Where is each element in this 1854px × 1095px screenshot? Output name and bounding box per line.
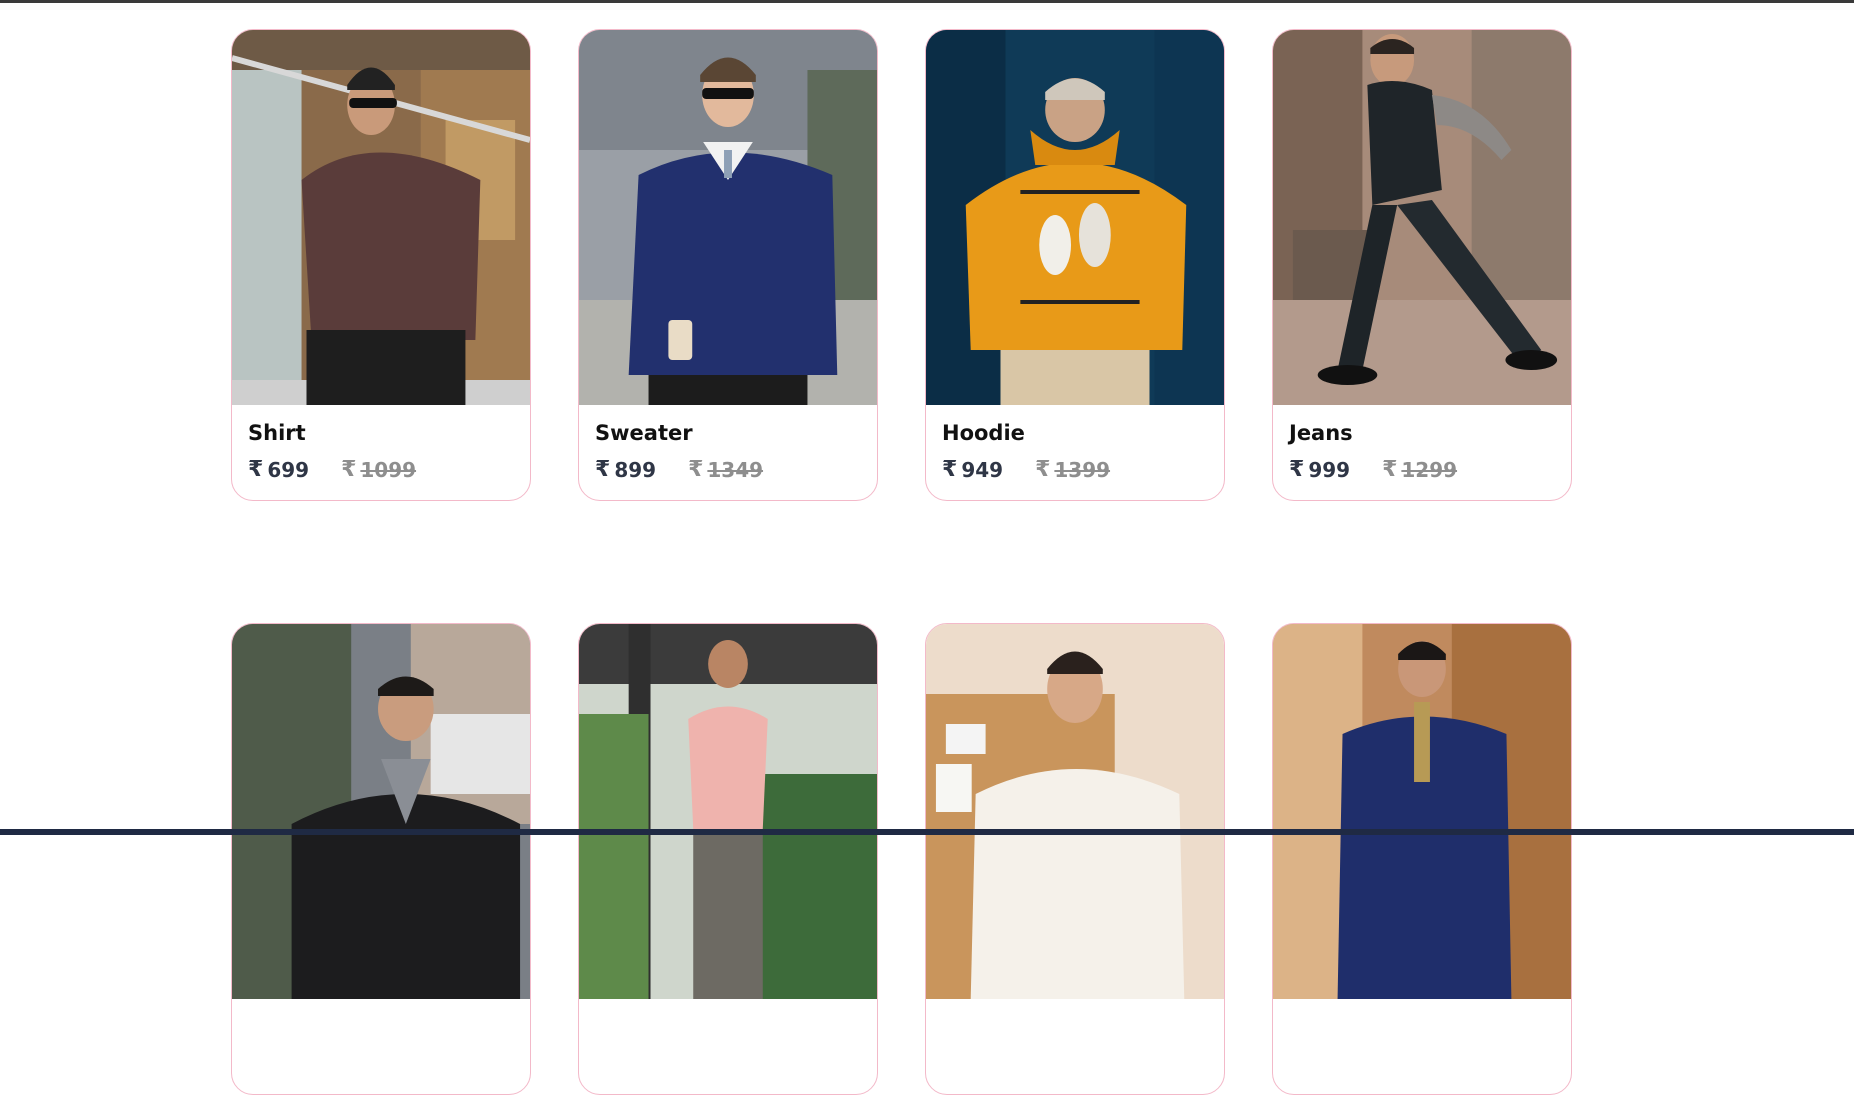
rupee-icon: ₹: [595, 457, 611, 482]
original-price-value: 1099: [360, 457, 417, 482]
product-card-hoodie[interactable]: Hoodie ₹ 949 ₹ 1399: [925, 29, 1225, 501]
current-price-value: 949: [961, 457, 1004, 482]
original-price: ₹ 1349: [688, 457, 763, 482]
original-price: ₹ 1299: [1382, 457, 1457, 482]
product-card-blazer[interactable]: [231, 623, 531, 1095]
rupee-icon: ₹: [1382, 457, 1398, 482]
product-image-jeans: [1273, 30, 1571, 405]
rupee-icon: ₹: [1289, 457, 1305, 482]
product-card-jeans[interactable]: Jeans ₹ 999 ₹ 1299: [1272, 29, 1572, 501]
current-price-value: 699: [267, 457, 310, 482]
current-price: ₹ 949: [942, 457, 1003, 482]
product-card-sweater[interactable]: Sweater ₹ 899 ₹ 1349: [578, 29, 878, 501]
product-grid: Shirt ₹ 699 ₹ 1099 Sweater ₹ 899 ₹ 1349 …: [231, 29, 1572, 1095]
original-price-value: 1299: [1401, 457, 1458, 482]
bottom-bar: [0, 829, 1854, 835]
price-row: ₹ 949 ₹ 1399: [942, 457, 1208, 482]
rupee-icon: ₹: [1035, 457, 1051, 482]
product-image-shirt: [232, 30, 530, 405]
product-card-tshirt[interactable]: [925, 623, 1225, 1095]
current-price-value: 899: [614, 457, 657, 482]
product-image-sweater: [579, 30, 877, 405]
current-price: ₹ 899: [595, 457, 656, 482]
current-price-value: 999: [1308, 457, 1351, 482]
product-image-kurta: [1273, 624, 1571, 999]
product-name: Hoodie: [942, 421, 1025, 445]
product-card-shirt[interactable]: Shirt ₹ 699 ₹ 1099: [231, 29, 531, 501]
current-price: ₹ 999: [1289, 457, 1350, 482]
price-row: ₹ 699 ₹ 1099: [248, 457, 514, 482]
product-image-hoodie: [926, 30, 1224, 405]
product-name: Sweater: [595, 421, 693, 445]
product-card-polo[interactable]: [578, 623, 878, 1095]
top-divider: [0, 0, 1854, 3]
original-price-value: 1399: [1054, 457, 1111, 482]
price-row: ₹ 899 ₹ 1349: [595, 457, 861, 482]
original-price-value: 1349: [707, 457, 764, 482]
rupee-icon: ₹: [341, 457, 357, 482]
rupee-icon: ₹: [942, 457, 958, 482]
product-image-tshirt: [926, 624, 1224, 999]
price-row: ₹ 999 ₹ 1299: [1289, 457, 1555, 482]
current-price: ₹ 699: [248, 457, 309, 482]
rupee-icon: ₹: [688, 457, 704, 482]
product-image-blazer: [232, 624, 530, 999]
original-price: ₹ 1399: [1035, 457, 1110, 482]
rupee-icon: ₹: [248, 457, 264, 482]
original-price: ₹ 1099: [341, 457, 416, 482]
product-name: Jeans: [1289, 421, 1353, 445]
product-name: Shirt: [248, 421, 306, 445]
product-image-polo: [579, 624, 877, 999]
product-card-kurta[interactable]: [1272, 623, 1572, 1095]
